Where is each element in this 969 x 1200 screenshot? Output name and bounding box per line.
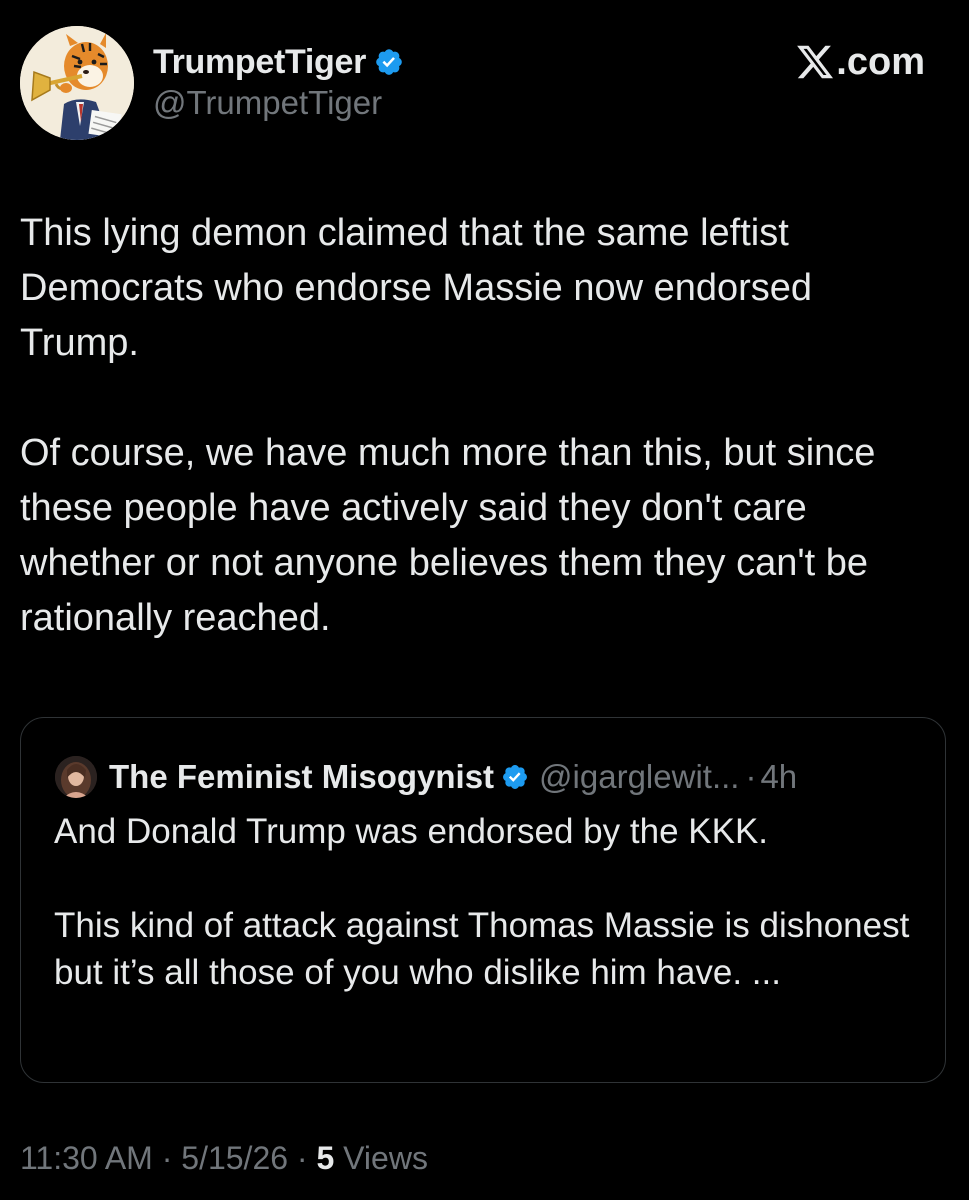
author-handle[interactable]: @TrumpetTiger bbox=[153, 84, 404, 122]
tweet-paragraph: Of course, we have much more than this, … bbox=[20, 432, 876, 639]
tiger-trumpet-avatar-icon bbox=[20, 26, 134, 140]
verified-badge-icon bbox=[376, 49, 402, 75]
quoted-author-display-name[interactable]: The Feminist Misogynist bbox=[109, 758, 494, 796]
quoted-tweet-header: The Feminist Misogynist @igarglewit... ·… bbox=[55, 754, 797, 800]
author-names: TrumpetTiger @TrumpetTiger bbox=[153, 42, 404, 122]
display-name-row: TrumpetTiger bbox=[153, 42, 404, 82]
quoted-separator: · bbox=[745, 758, 757, 795]
tweet-header: TrumpetTiger @TrumpetTiger .com bbox=[20, 26, 949, 144]
views-count: 5 bbox=[316, 1140, 335, 1176]
tweet-date[interactable]: 5/15/26 bbox=[181, 1140, 288, 1176]
quoted-timestamp[interactable]: 4h bbox=[760, 758, 797, 796]
verified-badge-icon bbox=[503, 765, 528, 789]
woman-portrait-avatar-icon bbox=[55, 756, 97, 798]
author-avatar[interactable] bbox=[20, 26, 134, 140]
quoted-tweet-card[interactable]: The Feminist Misogynist @igarglewit... ·… bbox=[20, 717, 946, 1083]
quoted-tweet-body: And Donald Trump was endorsed by the KKK… bbox=[54, 808, 924, 996]
author-display-name[interactable]: TrumpetTiger bbox=[153, 43, 366, 82]
x-brand: .com bbox=[795, 40, 925, 84]
meta-separator: · bbox=[296, 1140, 308, 1176]
meta-separator: · bbox=[161, 1140, 173, 1176]
x-brand-label: .com bbox=[836, 40, 925, 83]
x-logo-icon bbox=[797, 45, 834, 79]
quoted-author-handle[interactable]: @igarglewit... bbox=[539, 758, 739, 796]
quoted-author-avatar bbox=[55, 756, 97, 798]
tweet-meta: 11:30 AM · 5/15/26 · 5 Views bbox=[20, 1140, 428, 1177]
views-label: Views bbox=[343, 1140, 428, 1176]
tweet-paragraph: This lying demon claimed that the same l… bbox=[20, 212, 813, 364]
tweet-time[interactable]: 11:30 AM bbox=[20, 1140, 153, 1176]
quoted-tweet-paragraph: This kind of attack against Thomas Massi… bbox=[54, 906, 910, 992]
quoted-tweet-paragraph: And Donald Trump was endorsed by the KKK… bbox=[54, 812, 769, 851]
tweet-body: This lying demon claimed that the same l… bbox=[20, 206, 940, 646]
